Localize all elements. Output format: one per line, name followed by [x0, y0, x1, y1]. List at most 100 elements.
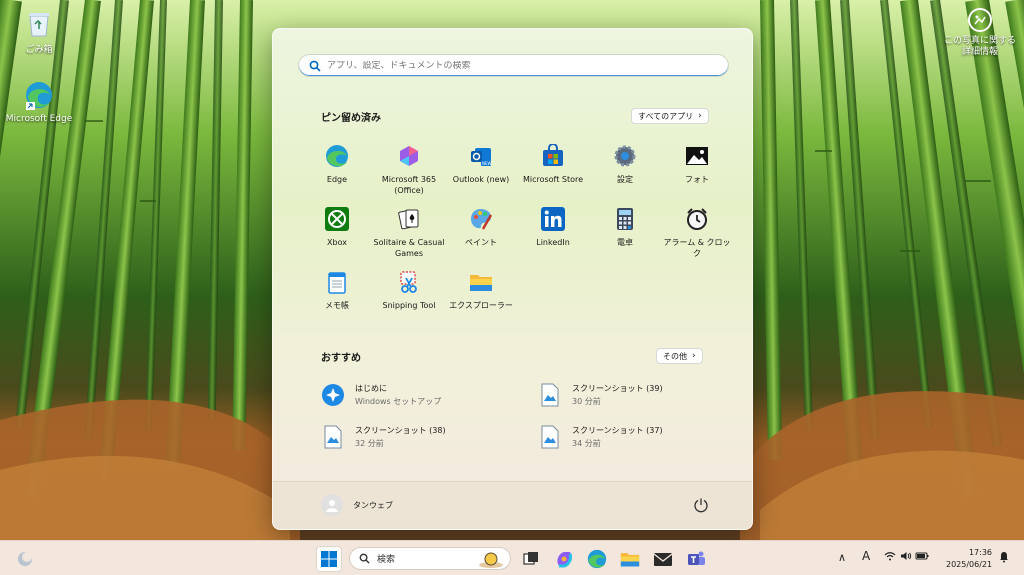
recycle-bin-icon — [22, 6, 56, 40]
calculator-icon — [612, 206, 638, 232]
pinned-app-photos[interactable]: フォト — [661, 139, 733, 202]
weather-widget-icon — [18, 552, 32, 566]
chevron-right-icon: › — [692, 351, 696, 361]
user-avatar[interactable] — [321, 494, 343, 516]
start-search-box[interactable] — [298, 54, 729, 77]
pinned-app-solitaire[interactable]: Solitaire & Casual Games — [373, 202, 445, 265]
recommended-subtitle-text: 32 分前 — [355, 439, 384, 448]
file-explorer-icon — [620, 553, 640, 567]
app-label: LinkedIn — [536, 238, 570, 247]
pinned-app-alarm-clock[interactable]: アラーム & クロック — [661, 202, 733, 265]
search-highlight-icon — [479, 552, 503, 568]
widgets-button[interactable] — [12, 546, 38, 572]
task-view-button[interactable] — [518, 546, 544, 572]
pinned-app-file-explorer[interactable]: エクスプローラー — [445, 265, 517, 328]
recommended-item[interactable]: スクリーンショット (38) 32 分前 — [321, 425, 521, 449]
app-label: Xbox — [327, 238, 347, 247]
clock-time: 17:36 — [968, 548, 992, 557]
photo-info-icon — [968, 8, 992, 32]
more-label: その他 — [663, 351, 687, 361]
app-label: Solitaire & Casual Games — [373, 238, 445, 258]
taskbar-search[interactable]: 検索 — [349, 547, 511, 570]
user-name[interactable]: タンウェブ — [353, 500, 393, 511]
recommended-title-text: スクリーンショット (38) — [355, 426, 446, 435]
pinned-app-linkedin[interactable]: LinkedIn — [517, 202, 589, 265]
app-label: 設定 — [617, 175, 633, 184]
teams-icon — [688, 551, 705, 565]
pinned-app-outlook[interactable]: NEW Outlook (new) — [445, 139, 517, 202]
taskbar-edge[interactable] — [584, 546, 610, 572]
app-label: メモ帳 — [325, 301, 349, 310]
pinned-app-settings[interactable]: 設定 — [589, 139, 661, 202]
app-label: Microsoft Store — [522, 175, 584, 184]
microsoft-365-icon — [396, 143, 422, 169]
taskbar-file-explorer[interactable] — [617, 546, 643, 572]
edge-icon — [324, 143, 350, 169]
app-label: ペイント — [465, 238, 497, 247]
image-file-icon — [538, 425, 562, 449]
more-button[interactable]: その他 › — [656, 348, 703, 364]
outlook-icon: NEW — [468, 143, 494, 169]
app-label: フォト — [685, 175, 709, 184]
recommended-title: おすすめ — [321, 353, 361, 364]
desktop-icon-edge[interactable]: Microsoft Edge — [4, 78, 74, 124]
svg-text:NEW: NEW — [482, 161, 492, 166]
chevron-up-icon: ∧ — [838, 551, 847, 564]
pinned-app-store[interactable]: Microsoft Store — [517, 139, 589, 202]
wifi-icon — [884, 552, 896, 561]
taskbar-copilot[interactable] — [551, 546, 577, 572]
clock-date: 2025/06/21 — [946, 560, 993, 569]
notepad-icon — [324, 269, 350, 295]
recommended-item[interactable]: スクリーンショット (39) 30 分前 — [538, 383, 738, 407]
notifications-button[interactable] — [998, 551, 1010, 566]
search-icon — [309, 60, 321, 72]
paint-icon — [468, 206, 494, 232]
quick-settings-button[interactable] — [884, 551, 929, 564]
start-search-input[interactable] — [327, 60, 707, 71]
pinned-app-edge[interactable]: Edge — [301, 139, 373, 202]
linkedin-icon — [540, 206, 566, 232]
recommended-item[interactable]: スクリーンショット (37) 34 分前 — [538, 425, 738, 449]
desktop-icon-recycle-bin[interactable]: ごみ箱 — [4, 6, 74, 55]
recommended-title-text: スクリーンショット (37) — [572, 426, 663, 435]
taskbar-teams[interactable] — [683, 546, 709, 572]
clock[interactable]: 17:36 2025/06/21 — [946, 547, 992, 571]
pinned-app-notepad[interactable]: メモ帳 — [301, 265, 373, 328]
get-started-icon — [321, 383, 345, 407]
recommended-subtitle-text: Windows セットアップ — [355, 397, 442, 406]
pinned-app-xbox[interactable]: Xbox — [301, 202, 373, 265]
show-hidden-icons-button[interactable]: ∧ — [838, 551, 846, 564]
alarm-clock-icon — [684, 206, 710, 232]
photos-icon — [684, 143, 710, 169]
app-label: 電卓 — [617, 238, 633, 247]
pinned-app-paint[interactable]: ペイント — [445, 202, 517, 265]
taskbar-mail[interactable] — [650, 546, 676, 572]
all-apps-button[interactable]: すべてのアプリ › — [631, 108, 709, 124]
all-apps-label: すべてのアプリ — [638, 111, 694, 121]
ime-indicator[interactable]: A — [862, 549, 870, 563]
photo-info-button[interactable]: この写真に関する詳細情報 — [940, 8, 1020, 58]
edge-icon — [587, 549, 607, 569]
taskbar: 検索 ∧ A 17:36 2025/06/21 — [0, 540, 1024, 575]
windows-logo-icon — [321, 551, 337, 567]
pinned-app-microsoft-365[interactable]: Microsoft 365 (Office) — [373, 139, 445, 202]
file-explorer-icon — [468, 269, 494, 295]
app-label: Snipping Tool — [382, 301, 436, 310]
ime-label: A — [862, 549, 871, 563]
start-button[interactable] — [316, 546, 342, 572]
pinned-app-snipping-tool[interactable]: Snipping Tool — [373, 265, 445, 328]
volume-icon — [900, 552, 911, 560]
desktop-icon-label: ごみ箱 — [25, 45, 53, 55]
notification-bell-icon — [1000, 552, 1008, 563]
app-label: アラーム & クロック — [663, 238, 731, 258]
pinned-app-calculator[interactable]: 電卓 — [589, 202, 661, 265]
pinned-apps-grid: Edge Microsoft 365 (Office) NEW Outlook … — [301, 139, 731, 328]
solitaire-icon — [396, 206, 422, 232]
task-view-icon — [523, 552, 538, 565]
store-icon — [540, 143, 566, 169]
image-file-icon — [321, 425, 345, 449]
power-button[interactable] — [693, 497, 709, 513]
start-menu: ピン留め済み すべてのアプリ › Edge Microsoft 365 (Off… — [272, 28, 753, 530]
recommended-item[interactable]: はじめに Windows セットアップ — [321, 383, 521, 407]
app-label: Edge — [326, 175, 348, 184]
